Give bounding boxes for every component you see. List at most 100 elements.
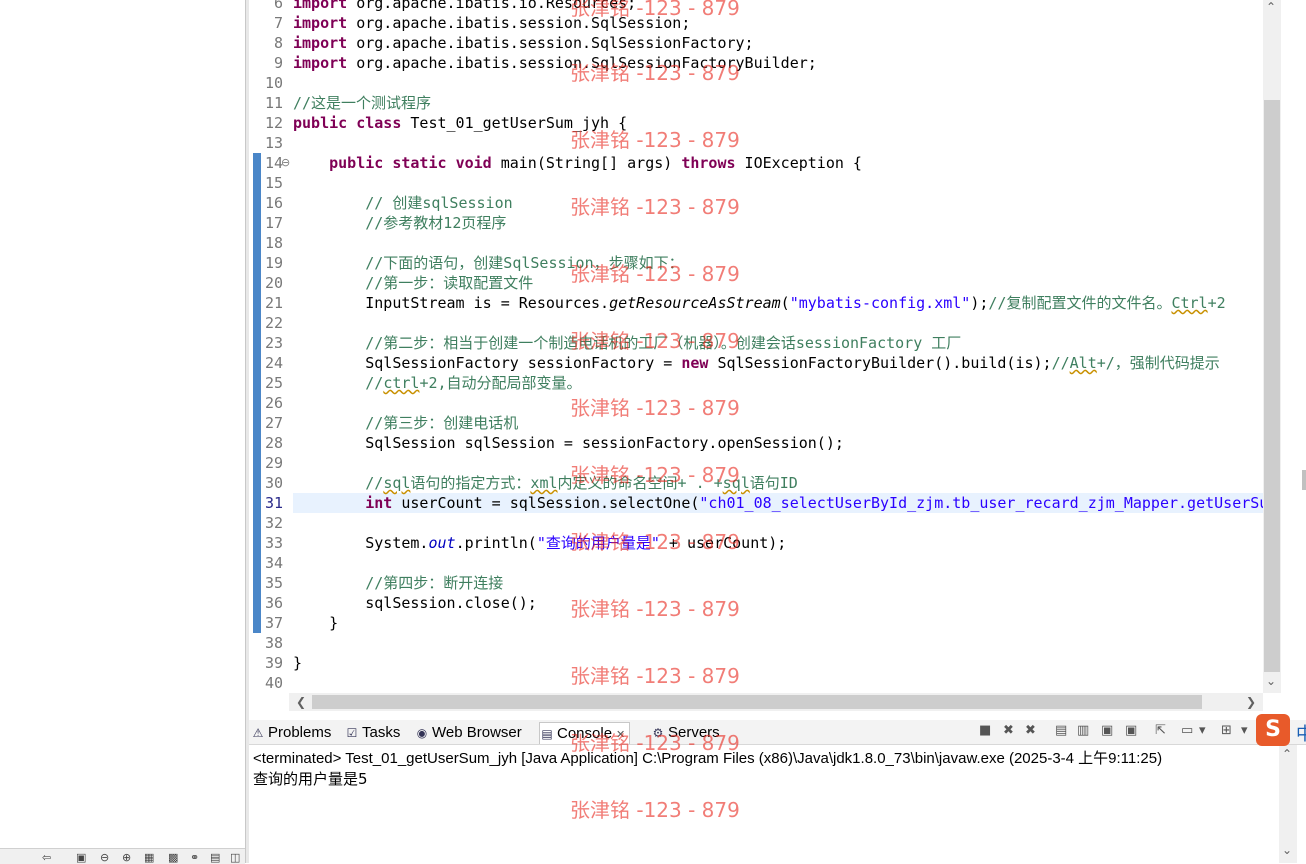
code-line[interactable]: 8 import org.apache.ibatis.session.SqlSes…	[249, 33, 1263, 53]
code-line[interactable]: 32	[249, 513, 1263, 533]
code-line[interactable]: 15	[249, 173, 1263, 193]
tree-icon[interactable]: ▤	[210, 851, 220, 864]
code-token: org.apache.ibatis.session.SqlSessionFact…	[347, 34, 754, 52]
code-token: Alt	[1069, 354, 1097, 372]
tab-servers[interactable]: ⚙ Servers	[651, 722, 720, 743]
code-line[interactable]: 21 InputStream is = Resources.getResourc…	[249, 293, 1263, 313]
code-line[interactable]: 27 //第三步：创建电话机	[249, 413, 1263, 433]
tab-console[interactable]: ▤ Console ✕	[539, 722, 631, 744]
link-icon[interactable]: ⚭	[190, 851, 199, 864]
collapse-icon[interactable]: ⊖	[100, 851, 109, 864]
filter-icon[interactable]: ▣	[76, 851, 86, 864]
word-wrap-icon[interactable]: ▣	[1101, 723, 1113, 738]
remove-launch-icon[interactable]: ✖	[1003, 723, 1014, 738]
grid-icon[interactable]: ▦	[144, 851, 154, 864]
display-dropdown-icon[interactable]: ▾	[1199, 723, 1206, 738]
editor-vertical-scroll-thumb[interactable]	[1264, 100, 1280, 672]
code-line[interactable]: 9 import org.apache.ibatis.session.SqlSes…	[249, 53, 1263, 73]
line-number: 37	[264, 614, 283, 632]
line-number: 9	[273, 54, 283, 72]
scroll-left-arrow-icon[interactable]: ❮	[296, 695, 306, 709]
code-token: org.apache.ibatis.session.SqlSession;	[347, 14, 691, 32]
views-tab-bar: ⚠ Problems ☑ Tasks ◉ Web Browser ▤ Console ✕ ⚙ Ser…	[249, 720, 1306, 745]
tab-problems[interactable]: ⚠ Problems	[251, 722, 332, 743]
code-line[interactable]: 20 //第一步：读取配置文件	[249, 273, 1263, 293]
code-line[interactable]: 13	[249, 133, 1263, 153]
code-token: public	[329, 154, 384, 172]
console-scroll-down-icon[interactable]: ⌄	[1282, 843, 1292, 857]
tab-label: Web Browser	[432, 724, 522, 741]
code-line[interactable]: 14 public static void main(String[] args…	[249, 153, 1263, 173]
code-token: //复制配置文件的文件名。	[988, 294, 1172, 312]
code-text: }	[293, 653, 302, 673]
code-line[interactable]: 31 int userCount = sqlSession.selectOne(…	[249, 493, 1268, 513]
code-text: //第四步：断开连接	[293, 573, 503, 593]
console-scroll-up-icon[interactable]: ⌃	[1282, 747, 1292, 761]
layout-icon[interactable]: ▩	[168, 851, 178, 864]
code-token: //	[1051, 354, 1070, 372]
display-selected-icon[interactable]: ▭	[1181, 723, 1193, 738]
code-line[interactable]: 11 //这是一个测试程序	[249, 93, 1263, 113]
code-line[interactable]: 23 //第二步：相当于创建一个制造电话机的工厂（机器）。创建会话session…	[249, 333, 1263, 353]
view-icon[interactable]: ◫	[230, 851, 240, 864]
code-line[interactable]: 12 public class Test_01_getUserSum_jyh {	[249, 113, 1263, 133]
console-output-area[interactable]: <terminated> Test_01_getUserSum_jyh [Jav…	[249, 745, 1279, 863]
open-console-icon[interactable]: ⊞	[1221, 723, 1232, 738]
code-line[interactable]: 6 import org.apache.ibatis.io.Resources;	[249, 0, 1263, 13]
pin-console-icon[interactable]: ⇱	[1155, 723, 1166, 738]
code-line[interactable]: 25 //ctrl+2,自动分配局部变量。	[249, 373, 1263, 393]
code-line[interactable]: 40	[249, 673, 1263, 693]
code-line[interactable]: 37 }	[249, 613, 1263, 633]
code-line[interactable]: 36 sqlSession.close();	[249, 593, 1263, 613]
code-line[interactable]: 26	[249, 393, 1263, 413]
scroll-up-arrow-icon[interactable]: ⌃	[1266, 0, 1276, 14]
code-text: //第三步：创建电话机	[293, 413, 518, 433]
expand-icon[interactable]: ⊕	[122, 851, 131, 864]
code-token: int	[365, 494, 393, 512]
close-tab-icon[interactable]: ✕	[616, 728, 625, 741]
ime-mode-indicator[interactable]: 中	[1296, 720, 1306, 746]
terminate-icon[interactable]: ■	[979, 723, 991, 738]
code-line[interactable]: 30 //sql语句的指定方式：xml内定义的命名空间+ . +sql语句ID	[249, 473, 1263, 493]
clear-console-icon[interactable]: ▤	[1055, 723, 1067, 738]
code-editor[interactable]: ⊖ 6 import org.apache.ibatis.io.Resources…	[249, 0, 1268, 693]
code-line[interactable]: 24 SqlSessionFactory sessionFactory = ne…	[249, 353, 1263, 373]
line-number: 38	[264, 634, 283, 652]
code-line[interactable]: 17 //参考教材12页程序	[249, 213, 1263, 233]
code-line[interactable]: 29	[249, 453, 1263, 473]
code-line[interactable]: 28 SqlSession sqlSession = sessionFactor…	[249, 433, 1263, 453]
scroll-lock-icon[interactable]: ▥	[1077, 723, 1089, 738]
tab-web-browser[interactable]: ◉ Web Browser	[415, 722, 522, 743]
show-console-icon[interactable]: ▣	[1125, 723, 1137, 738]
code-line[interactable]: 16 // 创建sqlSession	[249, 193, 1263, 213]
code-token: + userCount);	[659, 534, 787, 552]
remove-all-icon[interactable]: ✖	[1025, 723, 1036, 738]
code-line[interactable]: 19 //下面的语句，创建SqlSession，步骤如下：	[249, 253, 1263, 273]
code-line[interactable]: 10	[249, 73, 1263, 93]
code-token: org.apache.ibatis.io.Resources;	[347, 0, 637, 12]
tab-tasks[interactable]: ☑ Tasks	[345, 722, 401, 743]
code-token: +/，强制代码提示	[1096, 354, 1220, 372]
overview-marker[interactable]	[1302, 470, 1306, 490]
code-token: throws	[681, 154, 736, 172]
code-line[interactable]: 7 import org.apache.ibatis.session.SqlSes…	[249, 13, 1263, 33]
sogou-ime-logo[interactable]: S	[1256, 714, 1290, 746]
code-line[interactable]: 35 //第四步：断开连接	[249, 573, 1263, 593]
servers-icon: ⚙	[652, 726, 664, 740]
editor-horizontal-scroll-thumb[interactable]	[312, 695, 1202, 709]
code-line[interactable]: 18	[249, 233, 1263, 253]
console-vertical-scrollbar[interactable]: ⌃ ⌄	[1279, 745, 1297, 863]
scroll-right-arrow-icon[interactable]: ❯	[1246, 695, 1256, 709]
code-line[interactable]: 34	[249, 553, 1263, 573]
code-line[interactable]: 38	[249, 633, 1263, 653]
code-line[interactable]: 39}	[249, 653, 1263, 673]
open-console-dropdown-icon[interactable]: ▾	[1241, 723, 1248, 738]
code-line[interactable]: 33 System.out.println("查询的用户量是" + userCo…	[249, 533, 1263, 553]
code-text: import org.apache.ibatis.session.SqlSess…	[293, 13, 690, 33]
code-line[interactable]: 22	[249, 313, 1263, 333]
scroll-down-arrow-icon[interactable]: ⌄	[1266, 674, 1276, 688]
code-token: userCount = sqlSession.selectOne(	[392, 494, 700, 512]
back-arrow-icon[interactable]: ⇦	[42, 851, 51, 864]
line-number: 40	[264, 674, 283, 692]
